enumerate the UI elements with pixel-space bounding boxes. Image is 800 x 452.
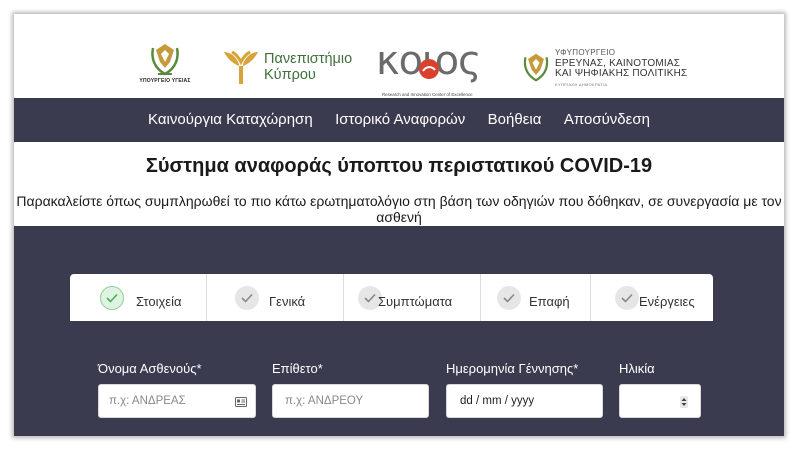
- ministry-of-health-caption: ΥΠΟΥΡΓΕΙΟ ΥΓΕΙΑΣ: [139, 78, 191, 84]
- tab-actions[interactable]: Ενέργειες: [591, 274, 713, 321]
- tab-symptoms-label: Συμπτώματα: [378, 294, 453, 309]
- main-navigation: Καινούργια Καταχώρηση Ιστορικό Αναφορών …: [14, 98, 784, 142]
- age-input[interactable]: [619, 384, 701, 418]
- ucy-tree-icon: [224, 50, 258, 84]
- logo-bar: ΥΠΟΥΡΓΕΙΟ ΥΓΕΙΑΣ Πανεπιστήμιο Κύπρου κοι…: [14, 14, 784, 98]
- form-panel: Στοιχεία Γενικά Συμπτώματα Επαφή Ενέργει…: [70, 274, 713, 436]
- contact-card-icon: [235, 397, 247, 407]
- nav-new-entry[interactable]: Καινούργια Καταχώρηση: [148, 98, 313, 142]
- tab-general[interactable]: Γενικά: [207, 274, 344, 321]
- deputy-ministry-research-logo: ΥΦΥΠΟΥΡΓΕΙΟ ΕΡΕΥΝΑΣ, ΚΑΙΝΟΤΟΜΙΑΣ ΚΑΙ ΨΗΦ…: [497, 48, 697, 96]
- tab-symptoms[interactable]: Συμπτώματα: [344, 274, 481, 321]
- step-tabs: Στοιχεία Γενικά Συμπτώματα Επαφή Ενέργει…: [70, 274, 713, 321]
- cyprus-emblem-small-icon: [523, 53, 549, 82]
- ucy-line-1: Πανεπιστήμιο: [264, 51, 353, 67]
- check-icon: [615, 286, 639, 310]
- koios-red-dot-icon: [419, 59, 439, 79]
- form-area: Στοιχεία Γενικά Συμπτώματα Επαφή Ενέργει…: [14, 226, 784, 436]
- browser-viewport: ΥΠΟΥΡΓΕΙΟ ΥΓΕΙΑΣ Πανεπιστήμιο Κύπρου κοι…: [14, 14, 784, 436]
- last-name-placeholder: π.χ: ΑΝΔΡΕΟΥ: [285, 395, 364, 407]
- number-spinner-icon[interactable]: [680, 396, 688, 408]
- last-name-input[interactable]: π.χ: ΑΝΔΡΕΟΥ: [272, 384, 429, 418]
- mrii-line-3: ΚΑΙ ΨΗΦΙΑΚΗΣ ΠΟΛΙΤΙΚΗΣ: [555, 68, 688, 79]
- tab-details-label: Στοιχεία: [136, 294, 182, 309]
- koios-subtitle: Research and Innovation Center of Excell…: [382, 92, 473, 97]
- nav-help[interactable]: Βοήθεια: [488, 98, 542, 142]
- ministry-of-health-logo: ΥΠΟΥΡΓΕΙΟ ΥΓΕΙΑΣ: [132, 40, 198, 98]
- cyprus-emblem-icon: [151, 44, 179, 76]
- check-icon: [235, 286, 259, 310]
- first-name-placeholder: π.χ: ΑΝΔΡΕΑΣ: [109, 395, 186, 407]
- nav-report-history[interactable]: Ιστορικό Αναφορών: [335, 98, 465, 142]
- first-name-label: Όνομα Ασθενούς*: [98, 361, 202, 376]
- check-icon: [497, 286, 521, 310]
- page-instructions: Παρακαλείστε όπως συμπληρωθεί το πιο κάτ…: [16, 193, 782, 225]
- mrii-line-1: ΥΦΥΠΟΥΡΓΕΙΟ: [555, 48, 616, 57]
- tab-details[interactable]: Στοιχεία: [70, 274, 207, 321]
- check-icon: [100, 286, 124, 310]
- dob-input[interactable]: dd / mm / yyyy: [446, 384, 603, 418]
- ucy-name: Πανεπιστήμιο Κύπρου: [264, 51, 354, 83]
- dob-label: Ημερομηνία Γέννησης*: [446, 361, 579, 376]
- tab-general-label: Γενικά: [269, 294, 306, 309]
- tab-actions-label: Ενέργειες: [639, 294, 695, 309]
- dob-placeholder: dd / mm / yyyy: [460, 395, 535, 407]
- tab-contact[interactable]: Επαφή: [481, 274, 591, 321]
- age-label: Ηλικία: [619, 361, 655, 376]
- page-title: Σύστημα αναφοράς ύποπτου περιστατικού CO…: [145, 155, 653, 177]
- tab-contact-label: Επαφή: [529, 294, 570, 309]
- mrii-text: ΥΦΥΠΟΥΡΓΕΙΟ ΕΡΕΥΝΑΣ, ΚΑΙΝΟΤΟΜΙΑΣ ΚΑΙ ΨΗΦ…: [555, 48, 687, 90]
- nav-logout[interactable]: Αποσύνδεση: [564, 98, 650, 142]
- first-name-input[interactable]: π.χ: ΑΝΔΡΕΑΣ: [98, 384, 256, 418]
- ucy-line-2: Κύπρου: [264, 67, 316, 83]
- last-name-label: Επίθετο*: [272, 361, 323, 376]
- koios-logo: κοιος Research and Innovation Center of …: [376, 38, 501, 97]
- mrii-line-4: ΚΥΠΡΙΑΚΗ ΔΗΜΟΚΡΑΤΙΑ: [555, 81, 608, 87]
